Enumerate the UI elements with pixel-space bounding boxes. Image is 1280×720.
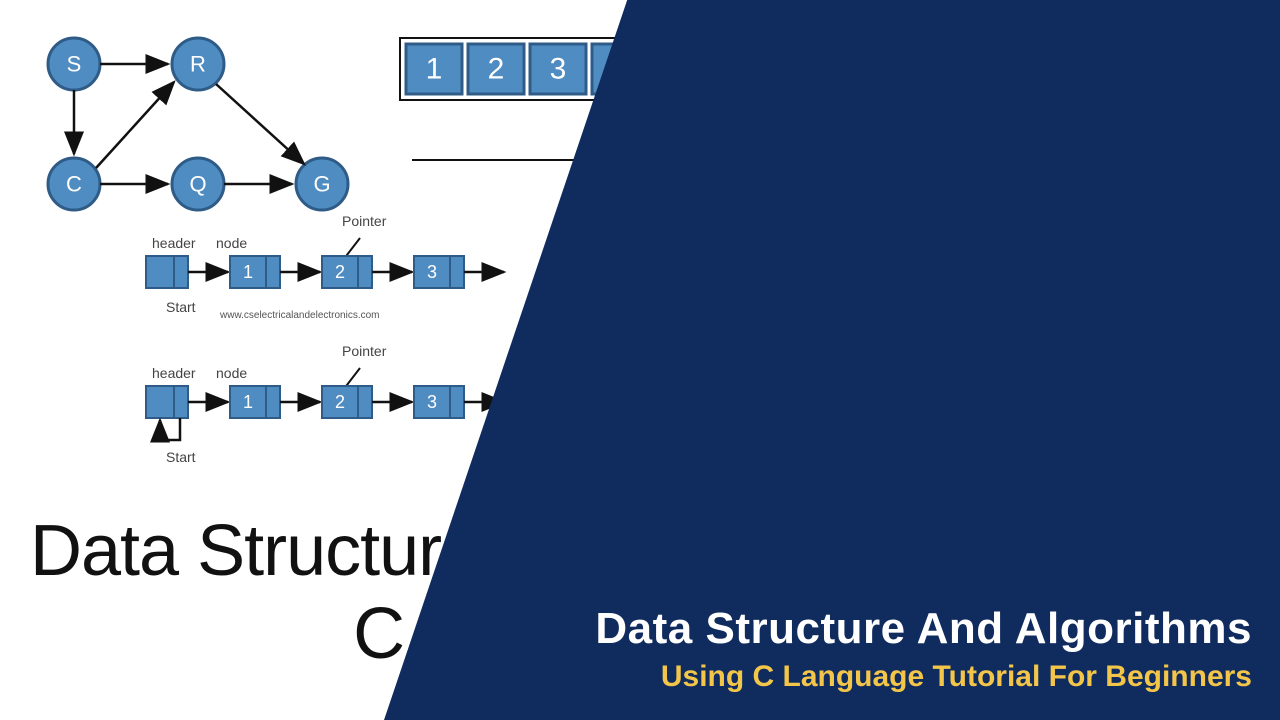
- ll-header-label: header: [152, 235, 196, 251]
- linked-list-1: header node Pointer 1 2: [146, 213, 504, 321]
- graph-node-s-label: S: [67, 52, 82, 77]
- graph-node-r-label: R: [190, 52, 206, 77]
- linked-list-2: header node Pointer 1 2 3: [146, 343, 504, 465]
- overlay-title: Data Structure And Algorithms: [595, 604, 1252, 654]
- ll-pointer-label: Pointer: [342, 213, 387, 229]
- ll-node-label: node: [216, 365, 247, 381]
- graph-diagram: S R C Q G: [48, 38, 348, 210]
- ll-start-label: Start: [166, 449, 196, 465]
- ll-start-label: Start: [166, 299, 196, 315]
- ll-node: 2: [335, 262, 345, 282]
- overlay-subtitle: Using C Language Tutorial For Beginners: [595, 660, 1252, 694]
- credit-text: www.cselectricalandelectronics.com: [219, 310, 380, 321]
- ll-node: 3: [427, 392, 437, 412]
- array-cell: 2: [488, 53, 505, 86]
- graph-edge: [96, 82, 174, 168]
- ll-node-label: node: [216, 235, 247, 251]
- ll-node: 1: [243, 392, 253, 412]
- overlay-text: Data Structure And Algorithms Using C La…: [595, 604, 1252, 694]
- ll-pointer-label: Pointer: [342, 343, 387, 359]
- graph-node-c-label: C: [66, 172, 82, 197]
- graph-edge: [216, 84, 304, 164]
- ll-header-label: header: [152, 365, 196, 381]
- array-cell: 1: [426, 53, 443, 86]
- ll-node: 1: [243, 262, 253, 282]
- array-cell: 3: [550, 53, 567, 86]
- ll-node: 3: [427, 262, 437, 282]
- graph-node-q-label: Q: [189, 172, 206, 197]
- ll-node: 2: [335, 392, 345, 412]
- graph-node-g-label: G: [313, 172, 330, 197]
